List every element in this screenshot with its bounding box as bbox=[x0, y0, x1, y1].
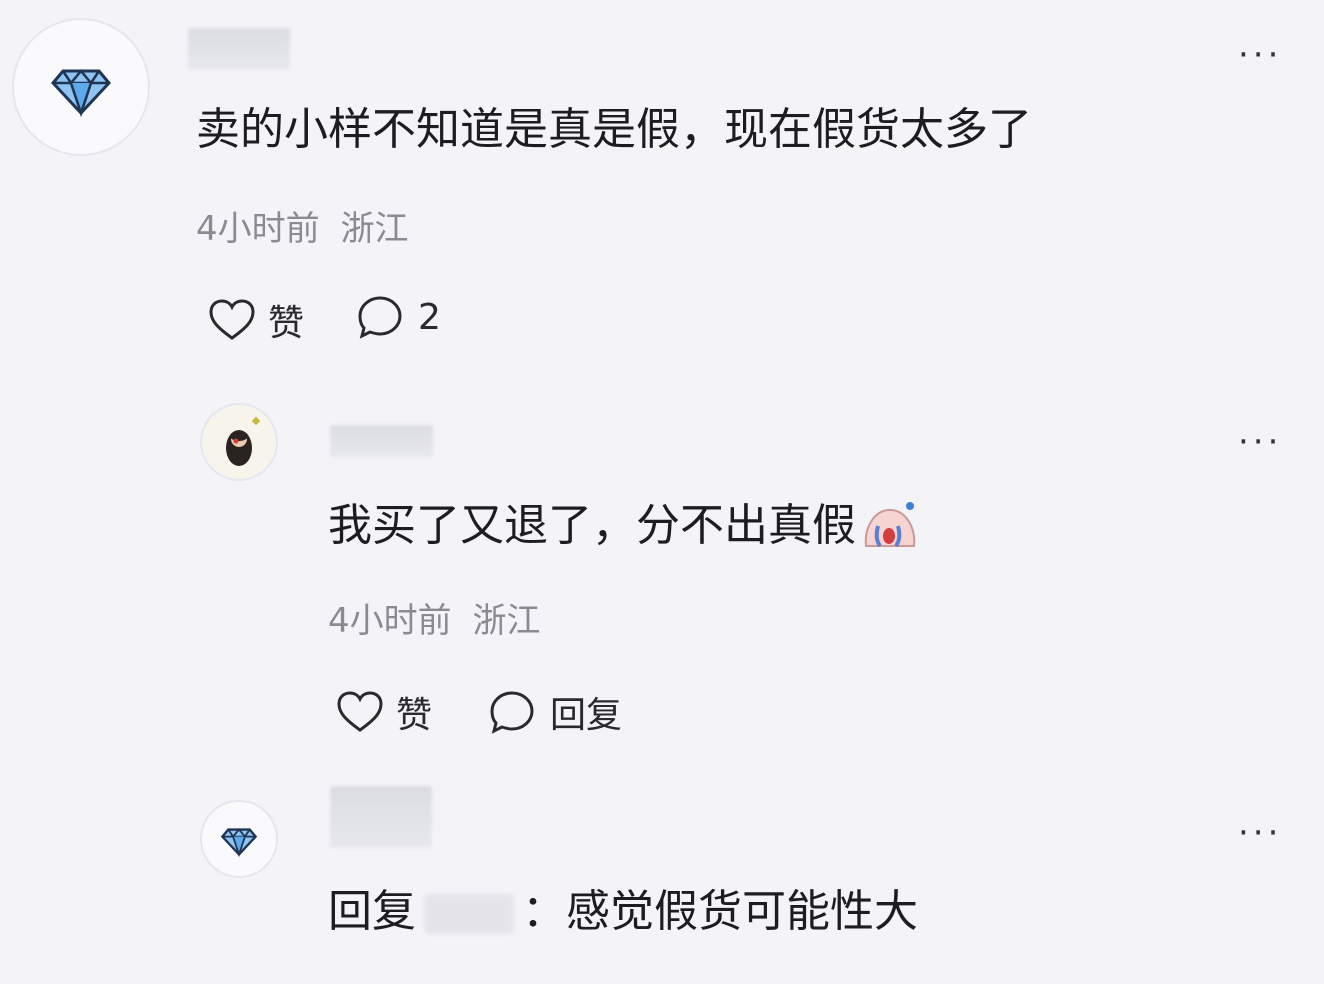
comment-text: 回复 ：感觉假货可能性大 bbox=[328, 890, 918, 934]
reply-count-button[interactable]: 2 bbox=[356, 294, 441, 340]
comment-location: 浙江 bbox=[340, 209, 409, 249]
diamond-icon bbox=[220, 828, 258, 858]
avatar-diamond[interactable] bbox=[200, 800, 278, 878]
username-blurred[interactable] bbox=[188, 28, 290, 70]
username-blurred[interactable] bbox=[330, 425, 433, 457]
comment-location: 浙江 bbox=[472, 601, 541, 641]
like-label: 赞 bbox=[268, 303, 305, 344]
character-avatar-icon bbox=[226, 416, 261, 466]
comment-text: 卖的小样不知道是真是假，现在假货太多了 bbox=[196, 104, 1032, 155]
like-button[interactable]: 赞 bbox=[336, 686, 432, 738]
more-options-icon[interactable]: ··· bbox=[1238, 425, 1282, 459]
mentioned-username-blurred[interactable] bbox=[424, 894, 514, 934]
avatar-diamond[interactable] bbox=[12, 18, 150, 156]
username-blurred[interactable] bbox=[330, 786, 432, 848]
like-label: 赞 bbox=[396, 695, 433, 736]
comment-text-content: 我买了又退了，分不出真假 bbox=[328, 500, 856, 551]
reply-count: 2 bbox=[418, 296, 441, 338]
crying-emoji-icon bbox=[864, 502, 916, 548]
reply-label: 回复 bbox=[550, 695, 623, 736]
diamond-icon bbox=[51, 69, 111, 117]
comment-meta: 4小时前 浙江 bbox=[328, 604, 540, 638]
reply-content: ：感觉假货可能性大 bbox=[522, 886, 918, 937]
comment-bubble-icon bbox=[490, 691, 534, 734]
comment-meta: 4小时前 浙江 bbox=[196, 212, 408, 246]
avatar-reply-user[interactable] bbox=[200, 403, 278, 481]
comment-bubble-icon bbox=[358, 296, 402, 339]
more-options-icon[interactable]: ··· bbox=[1238, 816, 1282, 850]
heart-icon bbox=[337, 691, 383, 732]
reply-prefix: 回复 bbox=[328, 886, 416, 937]
comment-text: 我买了又退了，分不出真假 bbox=[328, 500, 920, 552]
heart-icon bbox=[209, 299, 255, 340]
comment-time: 4小时前 bbox=[196, 209, 320, 249]
comment-time: 4小时前 bbox=[328, 601, 452, 641]
reply-button[interactable]: 回复 bbox=[488, 686, 622, 738]
more-options-icon[interactable]: ··· bbox=[1238, 38, 1282, 72]
like-button[interactable]: 赞 bbox=[208, 294, 304, 346]
